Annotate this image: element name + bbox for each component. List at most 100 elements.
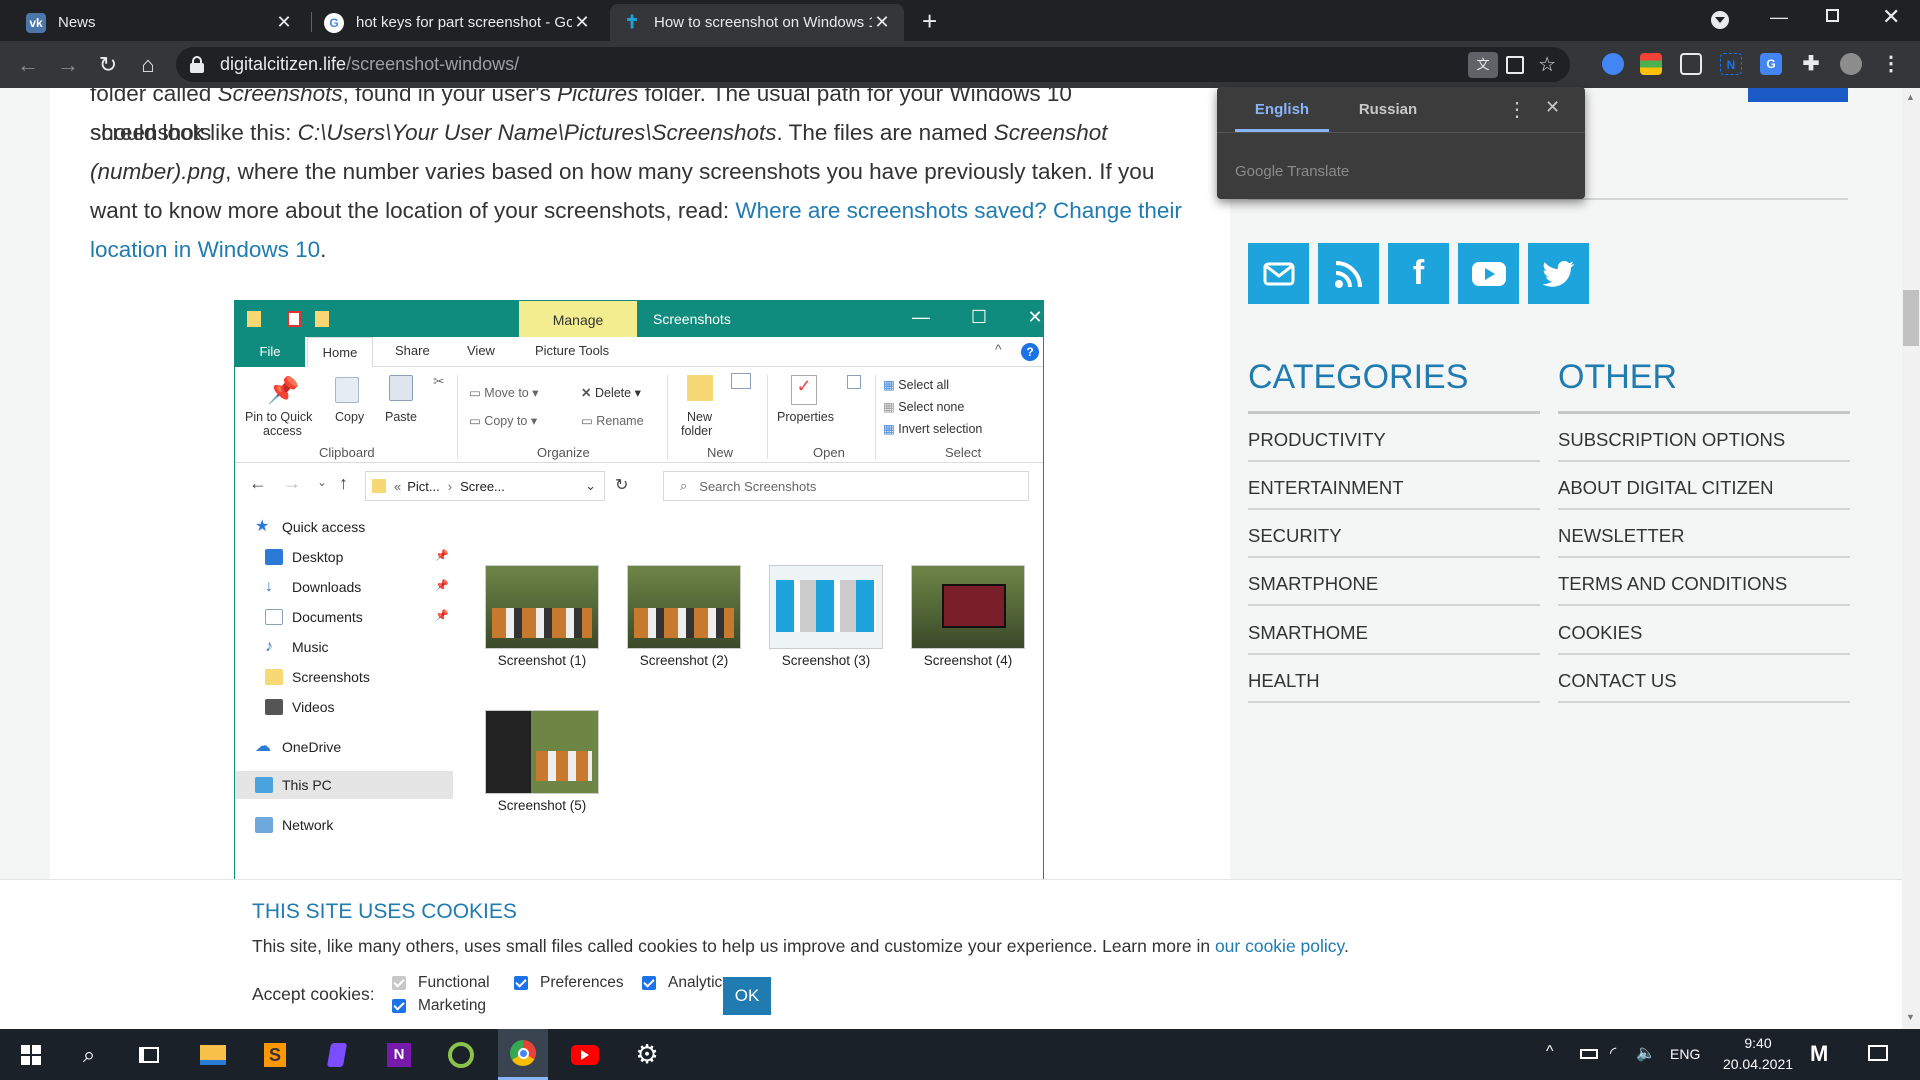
article-link[interactable]: Where are screenshots saved? Change thei… <box>735 198 1182 223</box>
category-link[interactable]: SMARTHOME <box>1248 607 1540 655</box>
forward-icon[interactable]: → <box>52 49 84 81</box>
address-bar[interactable]: digitalcitizen.life/screenshot-windows/ … <box>176 47 1570 82</box>
extension-n-icon[interactable]: N <box>1720 53 1742 75</box>
qbittorrent-icon[interactable] <box>436 1029 486 1080</box>
preferences-checkbox[interactable]: Preferences <box>514 974 624 992</box>
move-to-button: ▭ Move to ▾ <box>469 386 539 400</box>
other-link[interactable]: TERMS AND CONDITIONS <box>1558 558 1850 606</box>
checkbox-checked[interactable] <box>642 976 656 990</box>
close-tab-icon[interactable]: ✕ <box>872 12 892 33</box>
category-link[interactable]: SECURITY <box>1248 510 1540 558</box>
reader-mode-icon[interactable] <box>1506 55 1525 74</box>
tray-chevron-up-icon[interactable]: ^ <box>1546 1043 1554 1061</box>
onenote-icon[interactable]: N <box>374 1029 424 1080</box>
restore-icon[interactable] <box>1826 9 1839 22</box>
close-icon: ✕ <box>1027 307 1043 327</box>
search-placeholder: Search Screenshots <box>699 478 817 494</box>
notifications-icon[interactable] <box>1868 1045 1888 1061</box>
new-tab-icon[interactable]: + <box>922 6 937 37</box>
rss-icon[interactable] <box>1318 243 1379 304</box>
copy-to-label: Copy to <box>484 414 528 428</box>
task-view-icon[interactable] <box>124 1029 174 1080</box>
nav-label: This PC <box>282 777 332 793</box>
settings-gear-icon[interactable]: ⚙ <box>622 1029 672 1080</box>
refresh-icon: ↻ <box>615 477 629 494</box>
select-all-label: Select all <box>898 378 950 392</box>
other-link[interactable]: CONTACT US <box>1558 655 1850 703</box>
scroll-down-arrow-icon[interactable]: ▼ <box>1906 1012 1915 1022</box>
group-organize: Organize <box>537 445 590 460</box>
scrollbar-thumb[interactable] <box>1903 290 1919 346</box>
volume-icon[interactable]: 🔈 <box>1636 1043 1656 1063</box>
twitter-icon[interactable] <box>1528 243 1589 304</box>
article-link[interactable]: location in Windows 10 <box>90 237 320 262</box>
battery-icon[interactable] <box>1580 1049 1598 1059</box>
close-tab-icon[interactable]: ✕ <box>274 12 294 33</box>
obsidian-icon[interactable] <box>312 1029 362 1080</box>
category-link[interactable]: ENTERTAINMENT <box>1248 462 1540 510</box>
reload-icon[interactable]: ↻ <box>92 49 124 81</box>
checkbox-disabled <box>392 976 406 990</box>
youtube-icon[interactable] <box>1458 243 1519 304</box>
page-scrollbar[interactable]: ▲ ▼ <box>1902 88 1920 1029</box>
tab-digitalcitizen[interactable]: ✝ How to screenshot on Windows 1 ✕ <box>610 4 904 41</box>
profile-avatar[interactable] <box>1840 53 1862 75</box>
sublime-text-icon[interactable]: S <box>250 1029 300 1080</box>
windows-start-icon[interactable] <box>6 1029 56 1080</box>
checkbox-checked[interactable] <box>392 999 406 1013</box>
tab-news[interactable]: vk News ✕ <box>14 4 306 41</box>
category-link[interactable]: PRODUCTIVITY <box>1248 414 1540 462</box>
translate-language-russian[interactable]: Russian <box>1341 101 1435 118</box>
analytics-checkbox[interactable]: Analytic <box>642 974 722 992</box>
app-m-icon[interactable]: M <box>1810 1041 1828 1067</box>
cookie-policy-link[interactable]: our cookie policy <box>1215 936 1344 956</box>
category-link[interactable]: HEALTH <box>1248 655 1540 703</box>
home-icon[interactable]: ⌂ <box>132 49 164 81</box>
extension-circle-icon[interactable] <box>1602 53 1624 75</box>
clock-date[interactable]: 20.04.2021 <box>1714 1056 1802 1072</box>
minimize-icon[interactable]: — <box>1770 7 1788 28</box>
translate-language-english[interactable]: English <box>1235 101 1329 118</box>
facebook-icon[interactable]: f <box>1388 243 1449 304</box>
other-link[interactable]: SUBSCRIPTION OPTIONS <box>1558 414 1850 462</box>
other-link[interactable]: COOKIES <box>1558 607 1850 655</box>
text: , where the number varies based on how m… <box>225 159 1155 184</box>
back-icon[interactable]: ← <box>12 49 44 81</box>
translate-page-icon[interactable]: 文 <box>1468 51 1499 78</box>
other-link[interactable]: NEWSLETTER <box>1558 510 1850 558</box>
scroll-up-arrow-icon[interactable]: ▲ <box>1906 92 1915 102</box>
translate-close-icon[interactable]: ✕ <box>1545 97 1560 118</box>
chrome-icon[interactable] <box>498 1029 548 1080</box>
up-arrow-icon: ↑ <box>339 473 348 493</box>
google-translate-ext-icon[interactable]: G <box>1760 53 1782 75</box>
close-window-icon[interactable]: ✕ <box>1882 4 1900 30</box>
tab-search-icon[interactable] <box>1711 11 1729 29</box>
close-tab-icon[interactable]: ✕ <box>572 12 592 33</box>
cookie-ok-button[interactable]: OK <box>723 977 771 1015</box>
text: , found in your user's <box>342 88 558 106</box>
bookmark-star-icon[interactable]: ☆ <box>1538 52 1556 77</box>
file-explorer-icon[interactable] <box>188 1029 238 1080</box>
extensions-puzzle-icon[interactable]: ✚ <box>1800 53 1822 75</box>
search-icon[interactable]: ⌕ <box>64 1029 114 1080</box>
menu-dots-icon[interactable]: ⋮ <box>1880 53 1902 75</box>
ribbon: 📌 Pin to Quick access Copy Paste ✂ Clipb… <box>235 367 1043 463</box>
youtube-app-icon[interactable] <box>560 1029 610 1080</box>
article-line-3: (number).png, where the number varies ba… <box>90 152 1190 191</box>
other-link[interactable]: ABOUT DIGITAL CITIZEN <box>1558 462 1850 510</box>
marketing-checkbox[interactable]: Marketing <box>392 997 486 1015</box>
wifi-icon[interactable]: ◜ <box>1610 1043 1616 1063</box>
email-icon[interactable] <box>1248 243 1309 304</box>
copy-icon <box>335 377 359 403</box>
translate-options-icon[interactable]: ⋮ <box>1507 97 1527 122</box>
category-link[interactable]: SMARTPHONE <box>1248 558 1540 606</box>
extension-window-icon[interactable] <box>1680 53 1702 75</box>
checkbox-checked[interactable] <box>514 976 528 990</box>
sidebar-top-banner[interactable] <box>1748 88 1848 102</box>
file-label: Screenshot (4) <box>923 653 1013 668</box>
clock-time[interactable]: 9:40 <box>1736 1035 1780 1051</box>
tab-google[interactable]: G hot keys for part screenshot - Go ✕ <box>312 4 604 41</box>
extension-color-icon[interactable] <box>1640 53 1662 75</box>
ribbon-tabs: File Home Share View Picture Tools ? ^ <box>235 337 1043 368</box>
input-language[interactable]: ENG <box>1670 1046 1700 1062</box>
